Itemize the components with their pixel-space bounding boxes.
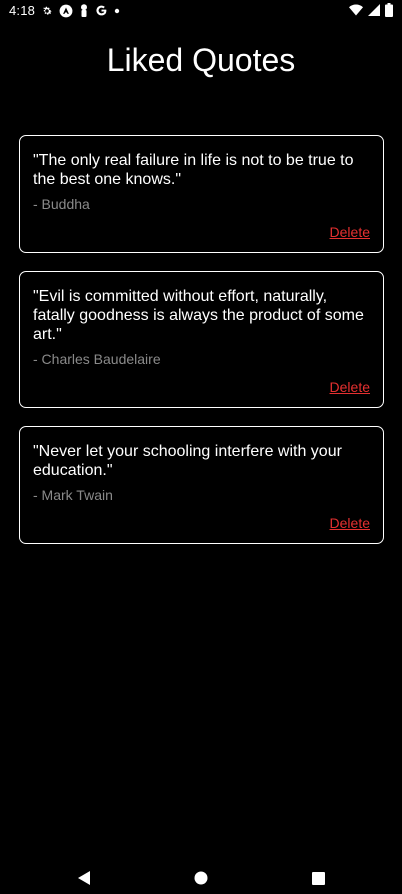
status-bar: 4:18 (0, 0, 402, 22)
android-app-icon (59, 4, 73, 18)
status-left: 4:18 (9, 3, 120, 18)
status-right (349, 3, 393, 17)
google-g-icon (95, 4, 108, 17)
page-title: Liked Quotes (106, 42, 296, 78)
person-icon (79, 4, 89, 17)
delete-row: Delete (33, 378, 370, 397)
delete-row: Delete (33, 223, 370, 242)
quote-card: "The only real failure in life is not to… (19, 135, 384, 253)
battery-icon (385, 3, 393, 17)
gear-icon (41, 5, 53, 17)
recents-icon[interactable] (306, 866, 330, 890)
navigation-bar (0, 848, 402, 894)
quote-text: "The only real failure in life is not to… (33, 152, 354, 188)
home-icon[interactable] (189, 866, 213, 890)
wifi-icon (349, 4, 363, 16)
quote-author: - Mark Twain (33, 487, 113, 503)
delete-row: Delete (33, 514, 370, 533)
quote-author: - Buddha (33, 196, 90, 212)
quote-author: - Charles Baudelaire (33, 351, 161, 367)
quote-card: "Never let your schooling interfere with… (19, 426, 384, 544)
delete-button[interactable]: Delete (330, 224, 370, 240)
quote-text: "Evil is committed without effort, natur… (33, 288, 364, 343)
signal-icon (368, 4, 380, 16)
back-icon[interactable] (72, 866, 96, 890)
quote-text: "Never let your schooling interfere with… (33, 443, 342, 479)
quote-list: "The only real failure in life is not to… (19, 135, 384, 562)
delete-button[interactable]: Delete (330, 379, 370, 395)
status-time: 4:18 (9, 3, 36, 18)
quote-card: "Evil is committed without effort, natur… (19, 271, 384, 408)
dot-icon (114, 8, 120, 14)
delete-button[interactable]: Delete (330, 515, 370, 531)
